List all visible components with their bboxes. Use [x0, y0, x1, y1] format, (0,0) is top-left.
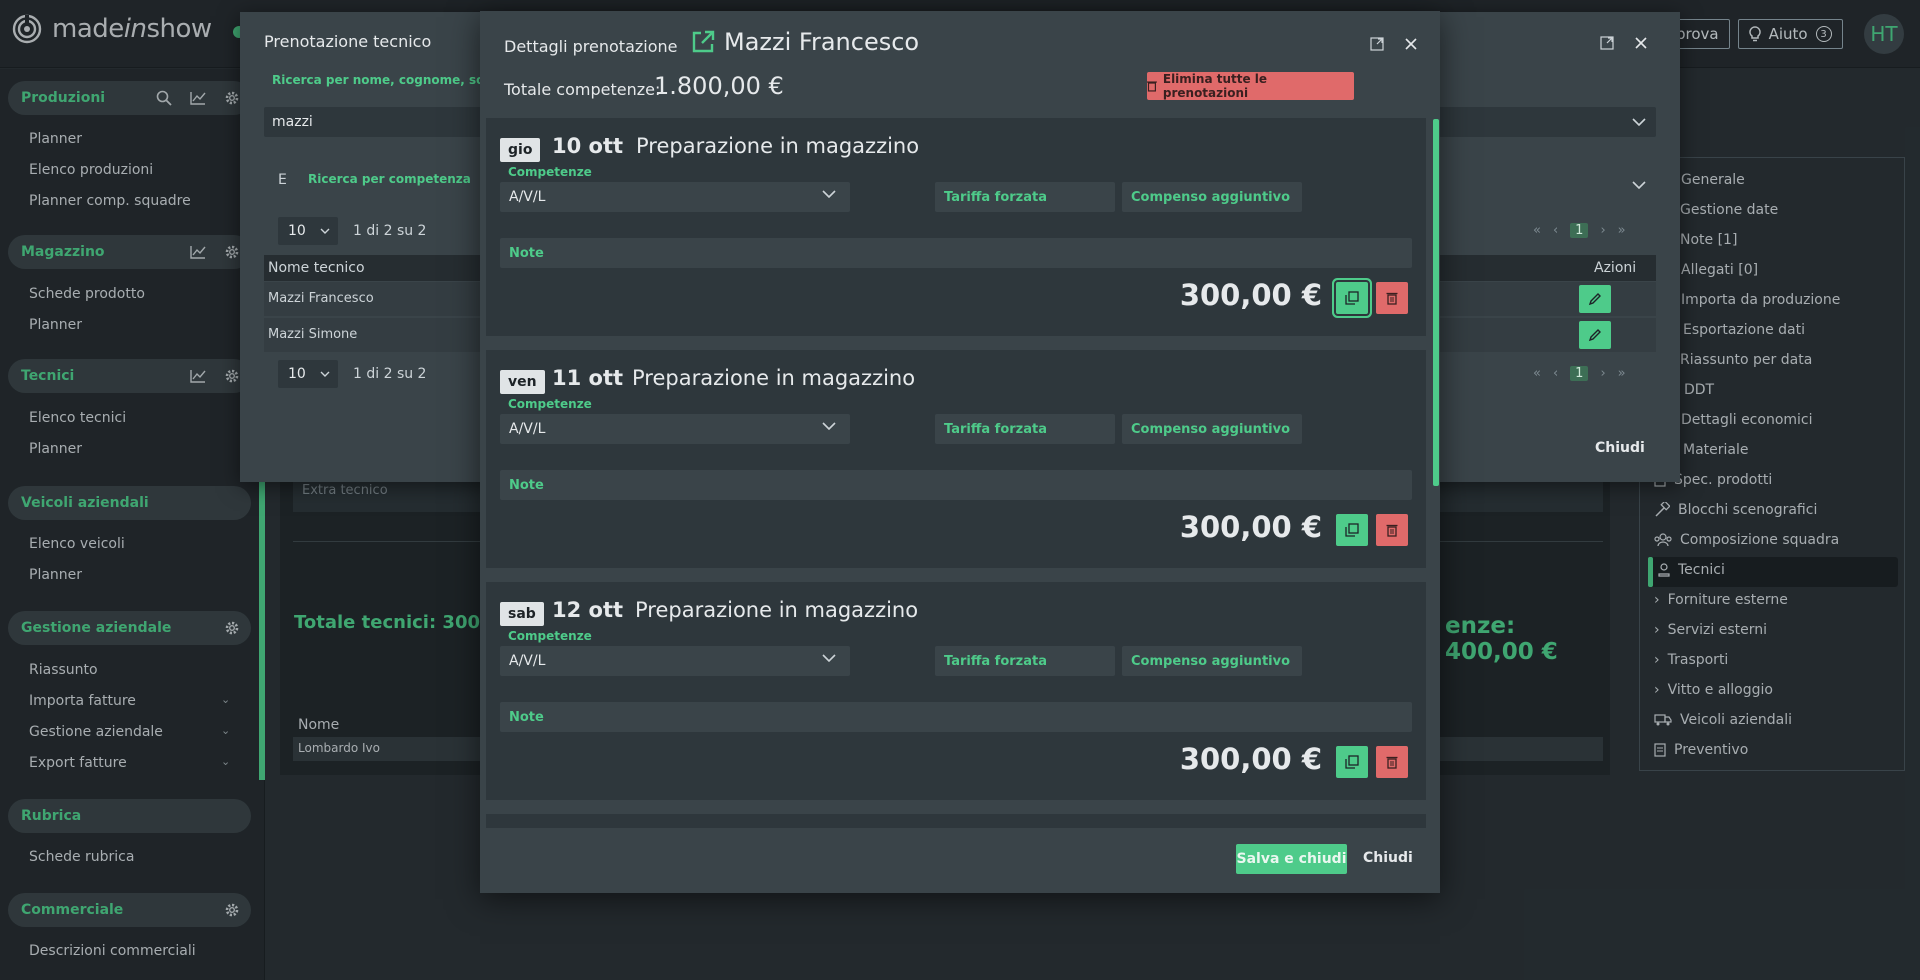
copy-icon — [1345, 291, 1359, 305]
competenze-label: Competenze — [508, 397, 592, 411]
total-value: 1.800,00 € — [654, 72, 784, 100]
compenso-aggiuntivo-input[interactable]: Compenso aggiuntivo — [1122, 182, 1302, 212]
page-size-select[interactable]: 10 — [278, 217, 338, 245]
last-page-icon[interactable]: » — [1618, 366, 1626, 381]
close-icon[interactable] — [1630, 32, 1652, 54]
range-text: 1 di 2 su 2 — [353, 223, 427, 239]
next-page-icon[interactable]: › — [1600, 366, 1605, 381]
tariffa-forzata-input[interactable]: Tariffa forzata — [935, 414, 1115, 444]
prev-page-icon[interactable]: ‹ — [1553, 366, 1558, 381]
note-input[interactable]: Note — [500, 238, 1412, 268]
first-page-icon[interactable]: « — [1533, 223, 1541, 238]
chevron-down-icon — [320, 228, 330, 234]
delete-all-button[interactable]: Elimina tutte le prenotazioni — [1147, 72, 1354, 100]
delete-button[interactable] — [1376, 514, 1408, 546]
page-current[interactable]: 1 — [1570, 366, 1589, 381]
scrollbar[interactable] — [1433, 119, 1439, 486]
page-size-select[interactable]: 10 — [278, 360, 338, 388]
pagination-bottom: « ‹ 1 › » — [1533, 366, 1626, 381]
save-close-button[interactable]: Salva e chiudi — [1236, 844, 1347, 874]
last-page-icon[interactable]: » — [1618, 223, 1626, 238]
competenze-select[interactable]: A/V/L — [500, 646, 850, 676]
booking-price: 300,00 € — [1179, 278, 1322, 312]
dettagli-prenotazione-modal: Dettagli prenotazione Mazzi Francesco To… — [480, 11, 1440, 893]
tariffa-forzata-input[interactable]: Tariffa forzata — [935, 182, 1115, 212]
next-page-icon[interactable]: › — [1600, 223, 1605, 238]
bookings-list[interactable]: gio 10 ott Preparazione in magazzino Com… — [486, 118, 1434, 828]
copy-button[interactable] — [1336, 746, 1368, 778]
modal-title: Dettagli prenotazione — [504, 37, 678, 56]
first-page-icon[interactable]: « — [1533, 366, 1541, 381]
expand-icon[interactable] — [1366, 33, 1388, 55]
booking-activity: Preparazione in magazzino — [635, 598, 919, 622]
copy-button[interactable] — [1336, 514, 1368, 546]
compenso-aggiuntivo-input[interactable]: Compenso aggiuntivo — [1122, 414, 1302, 444]
expand-icon[interactable] — [1596, 32, 1618, 54]
note-input[interactable]: Note — [500, 702, 1412, 732]
trash-icon — [1386, 524, 1398, 537]
compenso-aggiuntivo-input[interactable]: Compenso aggiuntivo — [1122, 646, 1302, 676]
prev-page-icon[interactable]: ‹ — [1553, 223, 1558, 238]
competenze-label: Competenze — [508, 165, 592, 179]
competenze-label: Competenze — [508, 629, 592, 643]
copy-icon — [1345, 523, 1359, 537]
copy-button[interactable] — [1336, 282, 1368, 314]
trash-icon — [1386, 756, 1398, 769]
e-label: E — [278, 172, 287, 188]
booking-date: 11 ott — [552, 366, 624, 390]
search-label: Ricerca per nome, cognome, sopr — [272, 73, 499, 87]
booking-activity: Preparazione in magazzino — [632, 366, 916, 390]
modal-title: Prenotazione tecnico — [264, 32, 432, 51]
chevron-down-icon — [320, 371, 330, 377]
edit-button[interactable] — [1579, 321, 1611, 349]
booking-card: sab 12 ott Preparazione in magazzino Com… — [486, 582, 1426, 800]
booking-price: 300,00 € — [1179, 510, 1322, 544]
external-link-icon — [692, 30, 715, 53]
booking-card: ven 11 ott Preparazione in magazzino Com… — [486, 350, 1426, 568]
close-button[interactable]: Chiudi — [1595, 440, 1645, 456]
booking-card: gio 10 ott Preparazione in magazzino Com… — [486, 118, 1426, 336]
close-icon[interactable] — [1400, 33, 1422, 55]
chevron-down-icon — [822, 190, 836, 198]
delete-button[interactable] — [1376, 282, 1408, 314]
booking-activity: Preparazione in magazzino — [636, 134, 920, 158]
tecnico-link[interactable]: Mazzi Francesco — [690, 28, 919, 56]
chevron-down-icon — [822, 422, 836, 430]
competenze-select[interactable]: A/V/L — [500, 414, 850, 444]
chevron-down-icon — [822, 654, 836, 662]
close-button[interactable]: Chiudi — [1363, 850, 1413, 866]
range-text: 1 di 2 su 2 — [353, 366, 427, 382]
chevron-down-icon[interactable] — [1628, 174, 1650, 196]
booking-card — [486, 814, 1426, 828]
tariffa-forzata-input[interactable]: Tariffa forzata — [935, 646, 1115, 676]
day-badge: sab — [500, 602, 544, 626]
competenze-select[interactable]: A/V/L — [500, 182, 850, 212]
day-badge: ven — [500, 370, 545, 394]
day-badge: gio — [500, 138, 541, 162]
trash-icon — [1386, 292, 1398, 305]
total-label: Totale competenze: — [504, 80, 661, 99]
col-nome-tecnico[interactable]: Nome tecnico — [268, 260, 365, 276]
note-input[interactable]: Note — [500, 470, 1412, 500]
booking-date: 12 ott — [552, 598, 624, 622]
pencil-icon — [1588, 293, 1601, 306]
trash-icon — [1147, 81, 1157, 92]
chevron-down-icon[interactable] — [1628, 111, 1650, 133]
booking-date: 10 ott — [552, 134, 624, 158]
delete-button[interactable] — [1376, 746, 1408, 778]
pencil-icon — [1588, 329, 1601, 342]
col-azioni: Azioni — [1594, 260, 1637, 276]
copy-icon — [1345, 755, 1359, 769]
edit-button[interactable] — [1579, 285, 1611, 313]
booking-price: 300,00 € — [1179, 742, 1322, 776]
page-current[interactable]: 1 — [1570, 223, 1589, 238]
pagination-top: « ‹ 1 › » — [1533, 223, 1626, 238]
competenza-label: Ricerca per competenza — [308, 172, 471, 186]
